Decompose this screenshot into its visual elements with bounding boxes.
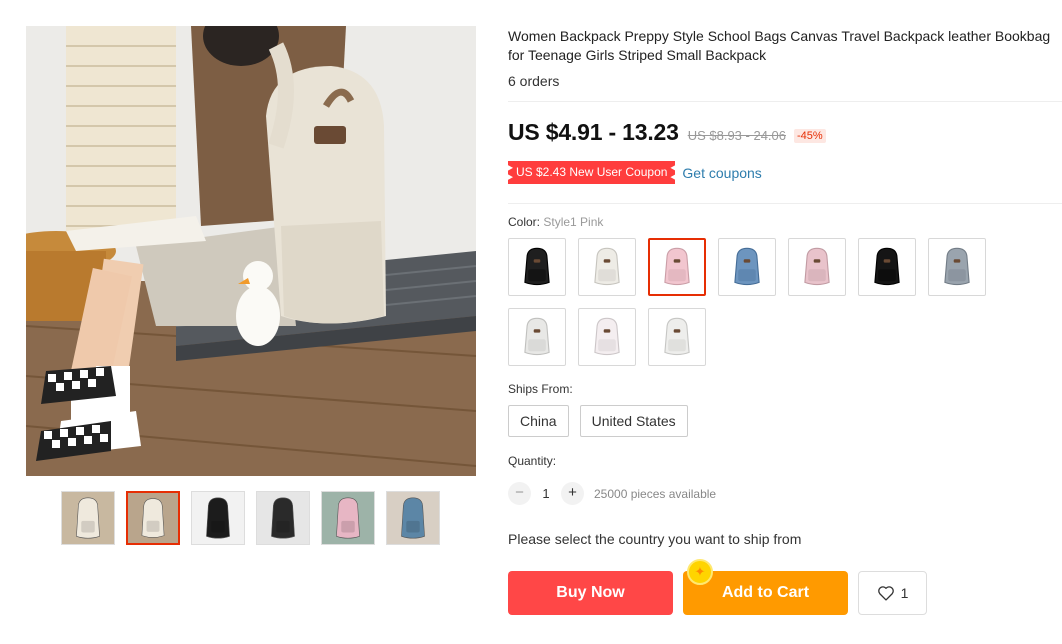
backpack-icon — [594, 247, 620, 286]
discount-badge: -45% — [794, 129, 826, 143]
ship-option-united-states[interactable]: United States — [579, 405, 688, 437]
thumbnail[interactable] — [61, 491, 115, 545]
ships-from-label: Ships From: — [508, 382, 573, 396]
thumbnail[interactable] — [321, 491, 375, 545]
thumbnail-image — [257, 492, 309, 544]
order-count: 6 orders — [508, 73, 560, 89]
wishlist-count: 1 — [900, 585, 909, 601]
thumbnail-image — [387, 492, 439, 544]
color-swatch[interactable] — [718, 238, 776, 296]
color-swatch[interactable] — [788, 238, 846, 296]
thumbnail-image — [62, 492, 114, 544]
stock-available: 25000 pieces available — [594, 486, 717, 501]
wishlist-button[interactable]: 1 — [858, 571, 927, 615]
color-swatch[interactable] — [858, 238, 916, 296]
backpack-icon — [804, 247, 830, 286]
ships-from-options: China United States — [508, 405, 688, 437]
thumbnail-strip — [61, 491, 440, 545]
main-product-image[interactable] — [26, 26, 476, 476]
backpack-icon — [664, 247, 690, 286]
color-swatch[interactable] — [928, 238, 986, 296]
current-price: US $4.91 - 13.23 — [508, 119, 679, 145]
ship-notice: Please select the country you want to sh… — [508, 531, 802, 547]
product-title: Women Backpack Preppy Style School Bags … — [508, 28, 1051, 63]
color-swatch[interactable] — [648, 308, 706, 366]
color-swatch[interactable] — [508, 238, 566, 296]
thumbnail[interactable] — [386, 491, 440, 545]
quantity-increase-button[interactable]: + — [561, 482, 584, 505]
thumbnail-image — [192, 492, 244, 544]
color-label-text: Color: — [508, 215, 541, 229]
color-label: Color: Style1 Pink — [508, 215, 603, 229]
coupon-row: US $2.43 New User Coupon Get coupons — [508, 161, 762, 184]
thumbnail[interactable] — [256, 491, 310, 545]
divider — [508, 101, 1062, 102]
backpack-icon — [524, 317, 550, 356]
thumbnail[interactable] — [191, 491, 245, 545]
divider — [508, 203, 1062, 204]
backpack-icon — [664, 317, 690, 356]
quantity-stepper: − 1 + 25000 pieces available — [508, 482, 716, 505]
quantity-label: Quantity: — [508, 454, 557, 468]
quantity-decrease-button[interactable]: − — [508, 482, 531, 505]
main-photo-illustration — [26, 26, 476, 476]
thumbnail-image — [322, 492, 374, 544]
original-price: US $8.93 - 24.06 — [687, 128, 786, 143]
heart-icon — [877, 586, 894, 601]
thumbnail-image — [128, 493, 178, 543]
backpack-icon — [944, 247, 970, 286]
price-row: US $4.91 - 13.23 US $8.93 - 24.06 -45% — [508, 119, 826, 146]
color-swatches — [508, 238, 998, 366]
thumbnail[interactable] — [126, 491, 180, 545]
backpack-icon — [874, 247, 900, 286]
backpack-icon — [524, 247, 550, 286]
color-swatch[interactable] — [648, 238, 706, 296]
color-swatch[interactable] — [508, 308, 566, 366]
selected-color: Style1 Pink — [543, 215, 604, 229]
color-swatch[interactable] — [578, 238, 636, 296]
new-user-coupon[interactable]: US $2.43 New User Coupon — [508, 161, 676, 184]
get-coupons-link[interactable]: Get coupons — [682, 165, 761, 181]
quantity-value[interactable]: 1 — [531, 486, 561, 501]
coin-icon: ✦ — [687, 559, 713, 585]
buy-now-button[interactable]: Buy Now — [508, 571, 673, 615]
ship-option-china[interactable]: China — [508, 405, 569, 437]
backpack-icon — [594, 317, 620, 356]
color-swatch[interactable] — [578, 308, 636, 366]
backpack-icon — [734, 247, 760, 286]
